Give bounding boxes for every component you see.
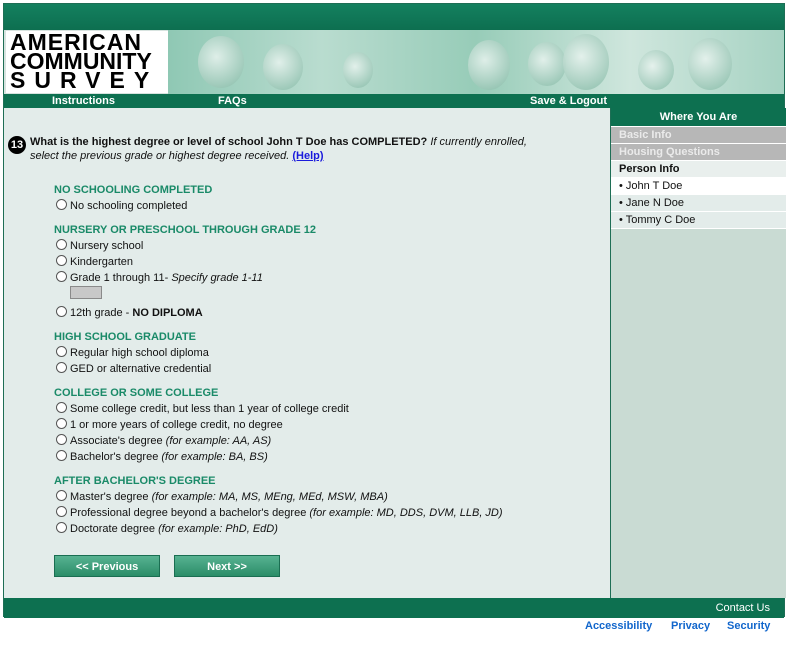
option-label: Nursery school xyxy=(70,240,144,252)
banner-face-image xyxy=(343,52,373,88)
accessibility-link[interactable]: Accessibility xyxy=(585,620,652,632)
banner-face-image xyxy=(263,44,303,90)
option-example: (for example: PhD, EdD) xyxy=(158,523,278,535)
option-label: Some college credit, but less than 1 yea… xyxy=(70,403,349,415)
option-example: (for example: BA, BS) xyxy=(161,451,268,463)
option-associate[interactable]: Associate's degree (for example: AA, AS) xyxy=(56,434,271,448)
radio-button[interactable] xyxy=(56,506,67,517)
option-label: Grade 1 through 11- xyxy=(70,272,169,284)
sidebar-item-tommy-c-doe[interactable]: • Tommy C Doe xyxy=(611,212,786,229)
survey-frame: AMERICAN COMMUNITY SURVEY Instructions F… xyxy=(3,3,786,618)
nav-save-logout-link[interactable]: Save & Logout xyxy=(530,94,607,108)
banner-face-image xyxy=(688,38,732,90)
option-grade-12-no-diploma[interactable]: 12th grade - NO DIPLOMA xyxy=(56,306,203,320)
option-example: (for example: MA, MS, MEng, MEd, MSW, MB… xyxy=(151,491,388,503)
sidebar-item-john-t-doe[interactable]: • John T Doe xyxy=(611,178,786,195)
section-nursery-grade12: NURSERY OR PRESCHOOL THROUGH GRADE 12 xyxy=(54,224,317,236)
option-no-schooling[interactable]: No schooling completed xyxy=(56,199,187,213)
logo-line-3: SURVEY xyxy=(10,67,159,93)
next-button[interactable]: Next >> xyxy=(174,555,280,577)
radio-button[interactable] xyxy=(56,271,67,282)
option-note: Specify grade 1-11 xyxy=(171,272,263,284)
sidebar-item-housing-questions[interactable]: Housing Questions xyxy=(611,144,786,161)
option-label-bold: NO DIPLOMA xyxy=(132,307,203,319)
option-example: (for example: AA, AS) xyxy=(165,435,272,447)
nav-bar: Instructions FAQs Save & Logout xyxy=(4,94,610,108)
question-panel: 13 What is the highest degree or level o… xyxy=(4,108,610,598)
option-masters[interactable]: Master's degree (for example: MA, MS, ME… xyxy=(56,490,388,504)
banner-face-image xyxy=(563,34,609,90)
option-grade-1-11[interactable]: Grade 1 through 11- Specify grade 1-11 xyxy=(56,271,263,285)
security-link[interactable]: Security xyxy=(727,620,770,632)
grade-specify-input[interactable] xyxy=(70,286,102,299)
sidebar-item-basic-info[interactable]: Basic Info xyxy=(611,127,786,144)
option-label: Professional degree beyond a bachelor's … xyxy=(70,507,307,519)
question-number-badge: 13 xyxy=(8,136,26,154)
acs-logo: AMERICAN COMMUNITY SURVEY xyxy=(6,31,168,93)
option-label: Doctorate degree xyxy=(70,523,155,535)
option-one-year-college[interactable]: 1 or more years of college credit, no de… xyxy=(56,418,283,432)
option-label: Regular high school diploma xyxy=(70,347,209,359)
option-label: Bachelor's degree xyxy=(70,451,159,463)
nav-instructions-link[interactable]: Instructions xyxy=(52,94,115,108)
option-label: Kindergarten xyxy=(70,256,133,268)
where-you-are-sidebar: Where You Are Basic Info Housing Questio… xyxy=(610,108,786,598)
option-regular-diploma[interactable]: Regular high school diploma xyxy=(56,346,209,360)
option-ged[interactable]: GED or alternative credential xyxy=(56,362,211,376)
nav-faqs-link[interactable]: FAQs xyxy=(218,94,247,108)
question-text: What is the highest degree or level of s… xyxy=(30,136,428,148)
radio-button[interactable] xyxy=(56,418,67,429)
radio-button[interactable] xyxy=(56,255,67,266)
footer-bar: Contact Us xyxy=(4,598,784,618)
radio-button[interactable] xyxy=(56,450,67,461)
radio-button[interactable] xyxy=(56,490,67,501)
radio-button[interactable] xyxy=(56,362,67,373)
sidebar-item-person-info: Person Info xyxy=(611,161,786,178)
header-banner-photo xyxy=(168,30,784,94)
question-prompt: What is the highest degree or level of s… xyxy=(30,135,550,163)
option-kindergarten[interactable]: Kindergarten xyxy=(56,255,133,269)
section-after-bachelor: AFTER BACHELOR'S DEGREE xyxy=(54,475,216,487)
section-no-schooling: NO SCHOOLING COMPLETED xyxy=(54,184,213,196)
radio-button[interactable] xyxy=(56,434,67,445)
option-doctorate[interactable]: Doctorate degree (for example: PhD, EdD) xyxy=(56,522,278,536)
help-link[interactable]: (Help) xyxy=(292,150,323,162)
contact-us-link[interactable]: Contact Us xyxy=(716,598,770,618)
option-example: (for example: MD, DDS, DVM, LLB, JD) xyxy=(309,507,503,519)
option-some-college[interactable]: Some college credit, but less than 1 yea… xyxy=(56,402,349,416)
radio-button[interactable] xyxy=(56,346,67,357)
section-high-school: HIGH SCHOOL GRADUATE xyxy=(54,331,196,343)
option-professional[interactable]: Professional degree beyond a bachelor's … xyxy=(56,506,503,520)
top-bar xyxy=(4,4,784,30)
banner-face-image xyxy=(468,40,510,90)
previous-button[interactable]: << Previous xyxy=(54,555,160,577)
radio-button[interactable] xyxy=(56,306,67,317)
option-nursery-school[interactable]: Nursery school xyxy=(56,239,143,253)
option-label: No schooling completed xyxy=(70,200,188,212)
section-college: COLLEGE OR SOME COLLEGE xyxy=(54,387,219,399)
radio-button[interactable] xyxy=(56,199,67,210)
option-label: 1 or more years of college credit, no de… xyxy=(70,419,283,431)
radio-button[interactable] xyxy=(56,522,67,533)
sidebar-title: Where You Are xyxy=(611,108,786,127)
option-label: GED or alternative credential xyxy=(70,363,212,375)
banner-face-image xyxy=(198,36,244,88)
nav-bar-right xyxy=(610,94,784,108)
privacy-link[interactable]: Privacy xyxy=(671,620,710,632)
option-label: Master's degree xyxy=(70,491,149,503)
radio-button[interactable] xyxy=(56,402,67,413)
banner-face-image xyxy=(638,50,674,90)
option-label: Associate's degree xyxy=(70,435,163,447)
option-label: 12th grade - xyxy=(70,307,130,319)
option-bachelor[interactable]: Bachelor's degree (for example: BA, BS) xyxy=(56,450,268,464)
banner-face-image xyxy=(528,42,566,86)
sidebar-item-jane-n-doe[interactable]: • Jane N Doe xyxy=(611,195,786,212)
radio-button[interactable] xyxy=(56,239,67,250)
